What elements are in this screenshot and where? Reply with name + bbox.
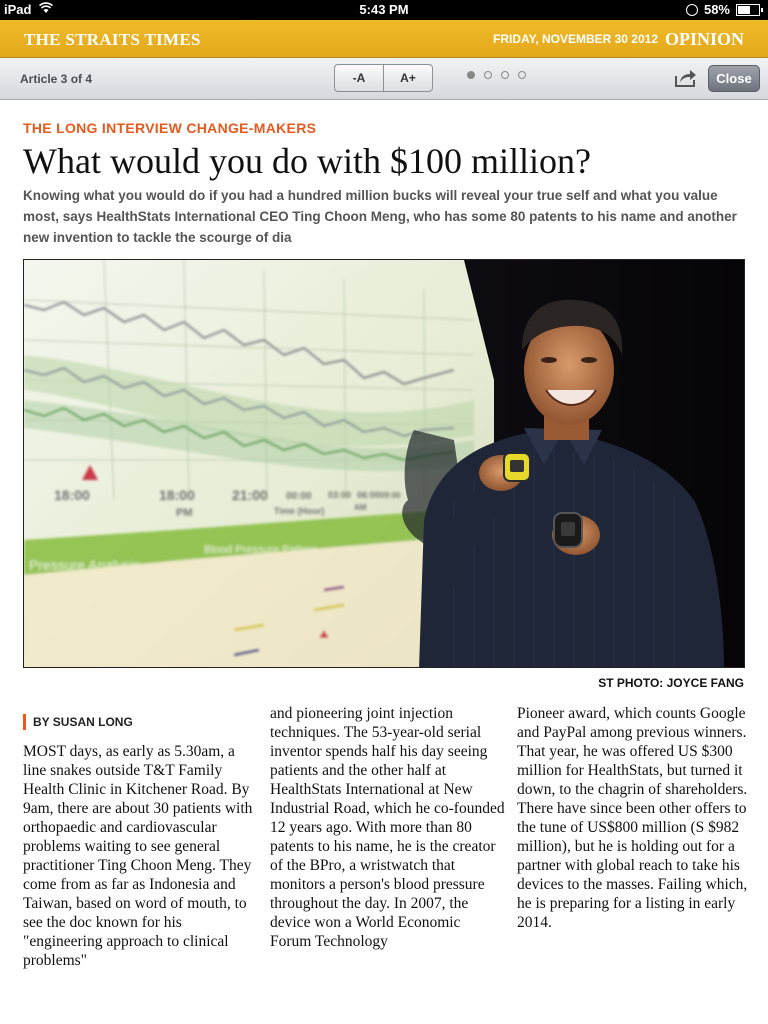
page-dot[interactable] [467, 71, 475, 79]
body-text: and pioneering joint injection technique… [270, 705, 505, 950]
chart-time-label: 06:00 [357, 490, 380, 500]
chart-time-label: 09:00 [380, 491, 401, 500]
article-photo[interactable]: 18:00 18:00 21:00 00:00 03:00 06:00 09:0… [23, 259, 745, 668]
chart-time-label: 00:00 [286, 491, 312, 502]
body-column-2: and pioneering joint injection technique… [270, 704, 505, 951]
section-name: OPINION [664, 29, 744, 49]
chart-time-label: 03:00 [328, 490, 351, 500]
chart-axis-label: Time (Hour) [274, 506, 324, 516]
body-column-3: Pioneer award, which counts Google and P… [517, 704, 752, 932]
battery-icon [736, 3, 763, 16]
masthead: THE STRAITS TIMES FRIDAY, NOVEMBER 30 20… [0, 20, 768, 58]
chart-time-label: 18:00 [159, 487, 195, 503]
status-bar: iPad 5:43 PM 58% [0, 0, 768, 20]
battery-percent: 58% [703, 2, 730, 17]
page-dot[interactable] [484, 71, 492, 79]
chart-pm-label: PM [176, 507, 193, 519]
article-kicker: THE LONG INTERVIEW CHANGE-MAKERS [23, 120, 317, 136]
page-dot[interactable] [501, 71, 509, 79]
chart-am-label: AM [354, 503, 367, 512]
close-button[interactable]: Close [708, 65, 760, 92]
font-increase-button[interactable]: A+ [383, 64, 433, 92]
font-size-control: -A A+ [334, 64, 433, 92]
body-text: Pioneer award, which counts Google and P… [517, 705, 748, 931]
body-column-1: MOST days, as early as 5.30am, a line sn… [23, 742, 258, 970]
orientation-lock-icon [685, 3, 698, 16]
font-decrease-button[interactable]: -A [334, 64, 383, 92]
clock: 5:43 PM [359, 2, 409, 17]
photo-credit: ST PHOTO: JOYCE FANG [598, 676, 744, 690]
issue-date: FRIDAY, NOVEMBER 30 2012 [493, 32, 658, 46]
chart-time-label: 21:00 [232, 487, 268, 503]
reader-toolbar: Article 3 of 4 -A A+ Close [0, 58, 768, 100]
page-dot[interactable] [518, 71, 526, 79]
share-icon[interactable] [674, 68, 698, 88]
article-counter: Article 3 of 4 [20, 72, 93, 86]
article-standfirst: Knowing what you would do if you had a h… [23, 188, 737, 245]
chart-time-label: 18:00 [54, 487, 90, 503]
photo-illustration: 18:00 18:00 21:00 00:00 03:00 06:00 09:0… [24, 260, 744, 667]
byline: BY SUSAN LONG [23, 714, 133, 730]
body-text: MOST days, as early as 5.30am, a line sn… [23, 743, 253, 969]
article-headline: What would you do with $100 million? [23, 141, 591, 181]
newspaper-logo: THE STRAITS TIMES [24, 30, 201, 49]
page-indicator[interactable] [467, 71, 526, 79]
